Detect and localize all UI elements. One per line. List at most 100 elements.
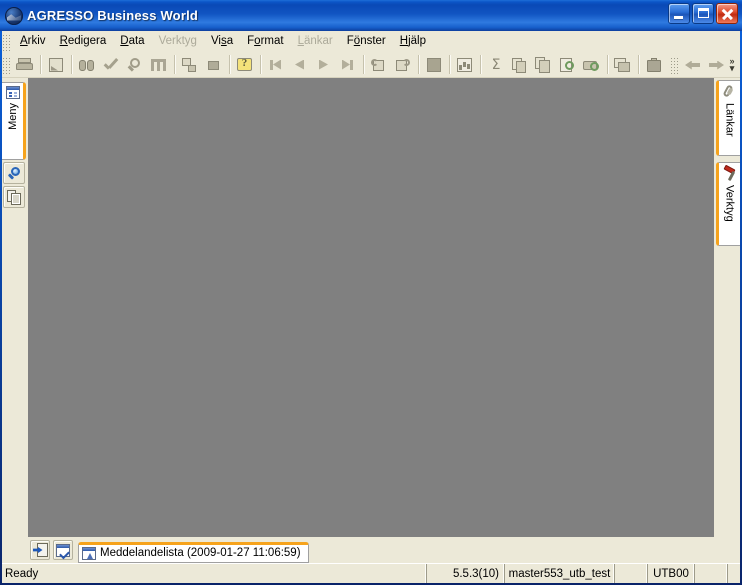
mdi-workspace[interactable] (28, 78, 714, 537)
help-question-icon (235, 56, 255, 74)
sidebar-item-label-lankar: Länkar (723, 103, 736, 137)
menu-item-arkiv[interactable]: Arkiv (13, 32, 53, 51)
filter-button[interactable] (147, 53, 171, 76)
menu-drag-grip[interactable] (3, 32, 11, 51)
back-button[interactable] (681, 53, 705, 76)
validate-button[interactable] (99, 53, 123, 76)
menu-item-lankar: Länkar (297, 35, 333, 47)
search-button[interactable] (123, 53, 147, 76)
status-blank-3 (728, 564, 742, 583)
maximize-icon (693, 4, 713, 23)
cascade-windows-icon (613, 56, 633, 74)
toolbar-separator (638, 55, 639, 74)
minimize-icon (669, 4, 689, 23)
check-icon (101, 56, 121, 74)
filter-icon (149, 56, 169, 74)
relations-button[interactable] (178, 53, 202, 76)
toolbar-separator (418, 55, 419, 74)
menu-item-fonster[interactable]: Fönster (340, 32, 393, 51)
bar-chart-icon (455, 56, 475, 74)
magnifier-icon (125, 56, 145, 74)
redo-button[interactable] (391, 53, 415, 76)
toolbar-overflow-button[interactable]: » ▾ (725, 53, 739, 76)
toolbar-overflow-arrow: ▾ (729, 62, 735, 73)
next-arrow-icon (314, 56, 334, 74)
print-preview-button[interactable] (556, 53, 580, 76)
toolbar-separator (480, 55, 481, 74)
help-button[interactable] (233, 53, 257, 76)
copies-panel-button[interactable] (3, 186, 25, 208)
sum-button[interactable]: Σ (484, 53, 508, 76)
next-record-button[interactable] (312, 53, 336, 76)
globe-icon[interactable] (5, 6, 23, 25)
toolbar-separator (449, 55, 450, 74)
menu-item-verktyg: Verktyg (158, 35, 197, 47)
first-record-button[interactable] (264, 53, 288, 76)
sidebar-item-verktyg[interactable]: Verktyg (716, 162, 740, 246)
last-record-button[interactable] (336, 53, 360, 76)
stop-square-icon (204, 56, 224, 74)
copy-pages-icon (534, 56, 554, 74)
briefcase-button[interactable] (642, 53, 666, 76)
application-window: AGRESSO Business World Arkiv Redigera Da… (0, 0, 742, 585)
chart-button[interactable] (453, 53, 477, 76)
menu-bar: Arkiv Redigera Data Verktyg Visa Format … (2, 31, 740, 52)
find-button[interactable] (75, 53, 99, 76)
menu-item-redigera[interactable]: Redigera (53, 32, 114, 51)
tab-meddelandelista[interactable]: Meddelandelista (2009-01-27 11:06:59) (78, 541, 309, 563)
menu-panel-icon (5, 86, 20, 99)
previous-arrow-icon (290, 56, 310, 74)
status-version: 5.5.3(10) (427, 564, 505, 583)
toolbar-separator (71, 55, 72, 74)
binoculars-icon (77, 56, 97, 74)
print-button[interactable] (13, 53, 37, 76)
menu-item-hjalp[interactable]: Hjälp (393, 32, 433, 51)
sidebar-item-meny[interactable]: Meny (2, 82, 26, 160)
open-message-button[interactable] (30, 540, 50, 560)
menu-item-data[interactable]: Data (113, 32, 151, 51)
menu-item-visa[interactable]: Visa (204, 32, 240, 51)
search-panel-button[interactable] (3, 162, 25, 184)
sidebar-item-label-meny: Meny (6, 103, 19, 130)
status-bar: Ready 5.5.3(10) master553_utb_test UTB00 (2, 563, 740, 583)
previous-record-button[interactable] (288, 53, 312, 76)
document-tab-strip: Meddelandelista (2009-01-27 11:06:59) (28, 537, 740, 563)
block-button[interactable] (422, 53, 446, 76)
sigma-icon: Σ (491, 56, 501, 73)
redo-icon (393, 56, 413, 74)
alert-window-icon (82, 546, 96, 560)
sidebar-item-lankar[interactable]: Länkar (716, 80, 740, 156)
undo-icon (369, 56, 389, 74)
toolbar-separator (260, 55, 261, 74)
minimize-button[interactable] (668, 3, 690, 24)
toolbar-separator (607, 55, 608, 74)
export-page-icon (46, 56, 66, 74)
last-arrow-icon (338, 56, 358, 74)
copy-button[interactable] (532, 53, 556, 76)
menu-item-format[interactable]: Format (240, 32, 290, 51)
right-dock-panel: Länkar Verktyg (714, 78, 740, 537)
toolbar-separator (363, 55, 364, 74)
cascade-windows-button[interactable] (611, 53, 635, 76)
export-button[interactable] (44, 53, 68, 76)
tab-label-meddelandelista: Meddelandelista (2009-01-27 11:06:59) (100, 547, 301, 559)
checkbox-window-icon (56, 543, 70, 557)
status-message: Ready (2, 564, 427, 583)
hammer-icon (722, 166, 737, 181)
maximize-button[interactable] (692, 3, 714, 24)
status-database: master553_utb_test (505, 564, 615, 583)
status-client: UTB00 (648, 564, 695, 583)
first-arrow-icon (266, 56, 286, 74)
close-button[interactable] (716, 3, 738, 24)
confirm-messages-button[interactable] (53, 540, 73, 560)
undo-button[interactable] (367, 53, 391, 76)
title-bar: AGRESSO Business World (0, 0, 742, 31)
client-area: Meny Länkar Verktyg Meddelandelista (200… (2, 78, 740, 563)
forward-arrow-icon (707, 56, 727, 74)
toolbar-drag-grip[interactable] (3, 55, 11, 74)
printer-preview-button[interactable] (580, 53, 604, 76)
stop-button[interactable] (202, 53, 226, 76)
printer-preview-icon (582, 56, 602, 74)
duplicate-button[interactable] (508, 53, 532, 76)
toolbar-drag-grip-2[interactable] (671, 55, 679, 74)
